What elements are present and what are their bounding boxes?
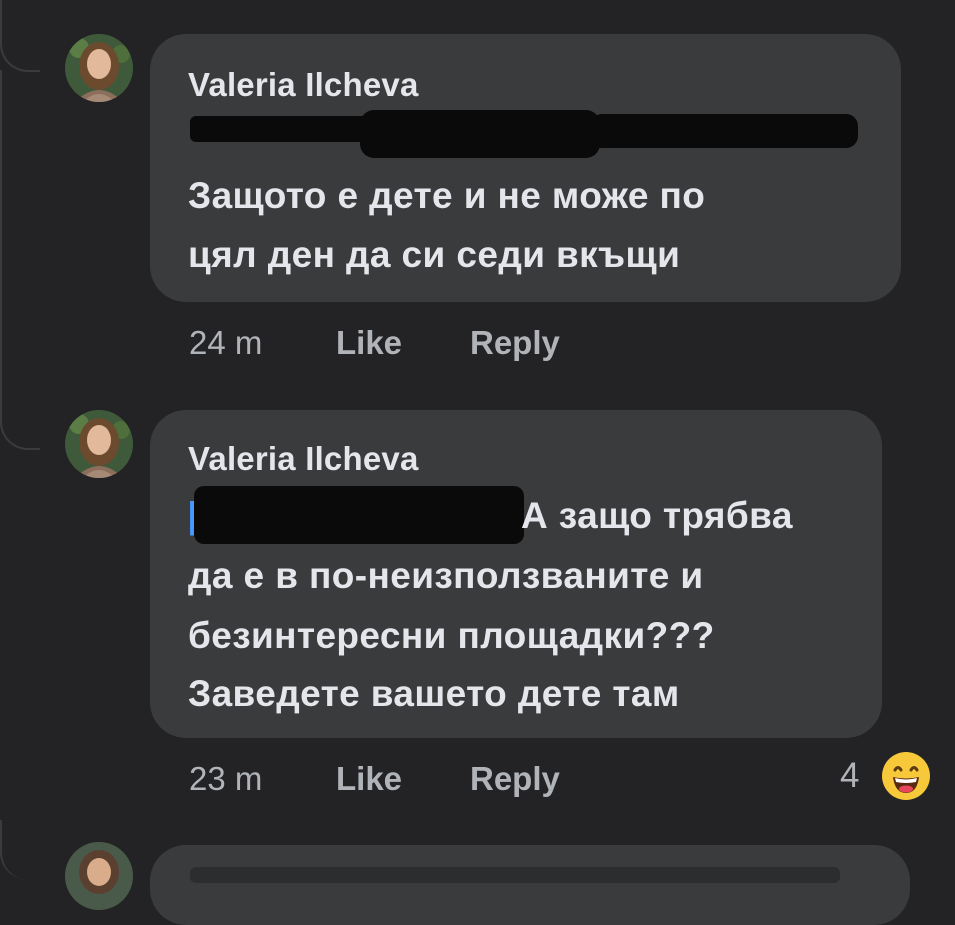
redacted-mention <box>360 110 600 158</box>
comment-text-line: Защото е дете и не може по <box>188 175 706 216</box>
comment-bubble[interactable] <box>150 845 910 925</box>
comment-time[interactable]: 24 m <box>189 324 262 362</box>
avatar[interactable] <box>65 842 133 910</box>
comment-text-line: цял ден да си седи вкъщи <box>188 234 681 275</box>
like-button[interactable]: Like <box>336 760 402 798</box>
like-button[interactable]: Like <box>336 324 402 362</box>
redacted-author <box>190 867 840 883</box>
comment-text-line: Заведете вашето дете там <box>188 673 680 714</box>
comment-text-line: А защо трябва <box>521 495 793 536</box>
thread-line <box>0 70 2 420</box>
comment-bubble[interactable]: Valeria Ilcheva [ А защо трябва да е в п… <box>150 410 882 738</box>
comment-bubble[interactable]: Valeria Ilcheva Защото е дете и не може … <box>150 34 901 302</box>
profile-photo <box>65 34 133 102</box>
laughing-emoji-icon[interactable] <box>882 752 930 800</box>
redacted-mention <box>590 114 858 148</box>
avatar[interactable] <box>65 410 133 478</box>
redacted-mention <box>194 486 524 544</box>
comment-time[interactable]: 23 m <box>189 760 262 798</box>
reply-button[interactable]: Reply <box>470 324 560 362</box>
comment-text-line: да е в по-неизползваните и <box>188 555 704 596</box>
comment-text-line: безинтересни площадки??? <box>188 615 715 656</box>
avatar[interactable] <box>65 34 133 102</box>
thread-connector <box>0 418 40 450</box>
thread-line <box>0 0 2 40</box>
thread-connector <box>0 40 40 72</box>
thread-connector <box>0 820 40 880</box>
redacted-mention <box>190 116 370 142</box>
comment-author[interactable]: Valeria Ilcheva <box>188 440 419 478</box>
reply-button[interactable]: Reply <box>470 760 560 798</box>
profile-photo <box>65 842 133 910</box>
profile-photo <box>65 410 133 478</box>
comment-author[interactable]: Valeria Ilcheva <box>188 66 419 104</box>
reaction-count[interactable]: 4 <box>840 756 859 796</box>
